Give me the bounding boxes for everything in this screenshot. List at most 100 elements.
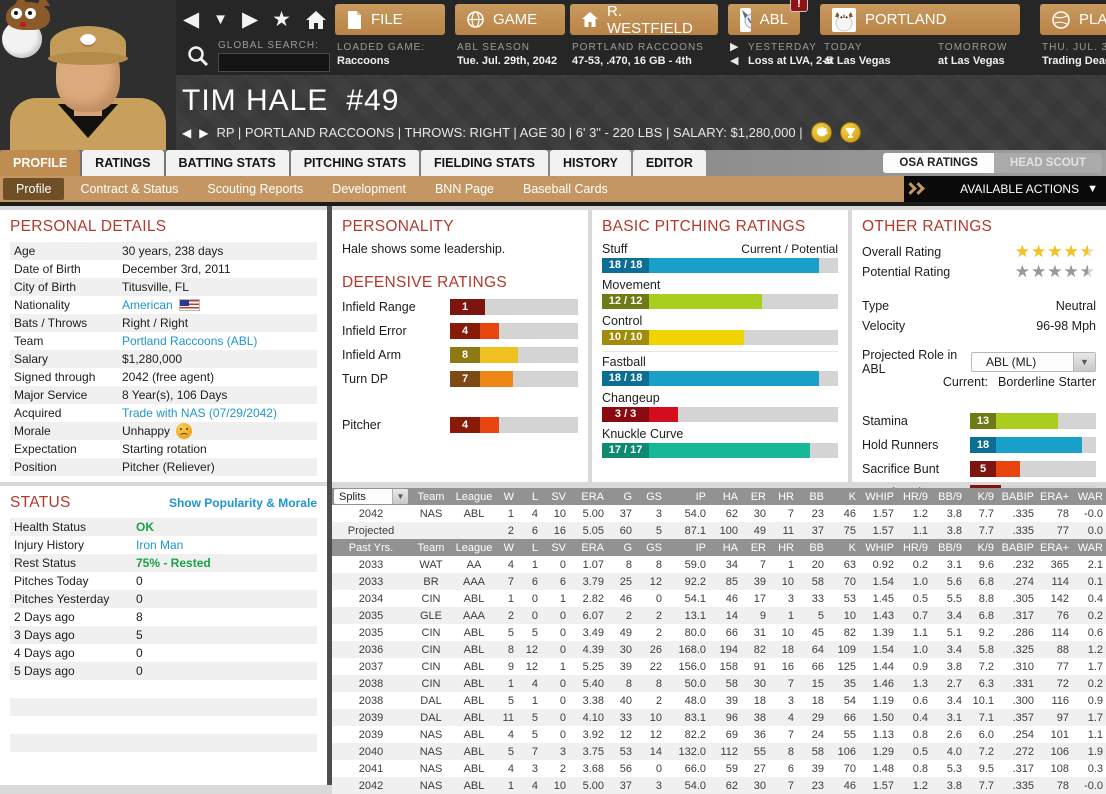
game-button[interactable]: GAME <box>455 4 565 35</box>
column-header[interactable]: W <box>496 488 520 505</box>
file-button[interactable]: FILE <box>335 4 445 35</box>
column-header[interactable]: BB/9 <box>934 539 968 556</box>
column-header[interactable]: K/9 <box>968 488 1000 505</box>
table-row[interactable]: 2038 DAL ABL 5 1 0 3.38 40 2 48.0 39 18 3 18 54 1.19 0.6… <box>332 692 1106 709</box>
column-header[interactable]: HA <box>712 488 744 505</box>
table-row[interactable]: 2041 NAS ABL 4 3 2 3.68 56 0 66.0 59 27 6 39 70 1.48 0.8… <box>332 760 1106 777</box>
column-header[interactable]: League <box>452 488 496 505</box>
column-header[interactable]: K <box>830 488 862 505</box>
table-row[interactable]: 2036 CIN ABL 8 12 0 4.39 30 26 168.0 194 82 18 64 109 1… <box>332 641 1106 658</box>
column-header[interactable]: ER <box>744 488 772 505</box>
subtab-contract-status[interactable]: Contract & Status <box>67 178 191 200</box>
column-header[interactable]: ERA <box>572 488 610 505</box>
column-header[interactable]: ERA+ <box>1040 488 1075 505</box>
subtab-baseball-cards[interactable]: Baseball Cards <box>510 178 621 200</box>
column-header[interactable]: G <box>610 488 638 505</box>
column-header[interactable]: SV <box>544 539 572 556</box>
global-search-input[interactable] <box>218 53 330 72</box>
column-header[interactable]: GS <box>638 539 668 556</box>
table-row[interactable]: 2042 NAS ABL 1 4 10 5.00 37 3 54.0 62 30 7 23 46 1.57 1.… <box>332 777 1106 794</box>
table-row[interactable]: 2037 CIN ABL 9 12 1 5.25 39 22 156.0 158 91 16 66 125 1… <box>332 658 1106 675</box>
column-header[interactable]: HA <box>712 539 744 556</box>
subtab-scouting-reports[interactable]: Scouting Reports <box>194 178 316 200</box>
table-row[interactable]: 2042 NAS ABL 1 4 10 5.00 37 3 54.0 62 30 7 23 46 1.57 1.… <box>332 505 1106 522</box>
column-header[interactable]: WHIP <box>862 539 900 556</box>
column-header[interactable]: WAR <box>1075 539 1106 556</box>
tab-batting-stats[interactable]: BATTING STATS <box>165 150 289 176</box>
detail-link[interactable]: Trade with NAS (07/29/2042) <box>122 406 277 420</box>
column-header[interactable]: W <box>496 539 520 556</box>
detail-link[interactable]: Iron Man <box>136 538 183 552</box>
prev-player-icon[interactable]: ◀ <box>182 126 191 140</box>
column-header[interactable]: IP <box>668 488 712 505</box>
osa-ratings-button[interactable]: OSA RATINGS <box>883 153 994 173</box>
tab-pitching-stats[interactable]: PITCHING STATS <box>290 150 420 176</box>
tab-ratings[interactable]: RATINGS <box>82 150 164 176</box>
column-header[interactable]: HR/9 <box>900 539 934 556</box>
table-row[interactable]: Projected 2 6 16 5.05 60 5 87.1 100 49 11 37 75 1.57 1… <box>332 522 1106 539</box>
show-popularity-link[interactable]: Show Popularity & Morale <box>169 496 317 510</box>
column-header[interactable]: Team <box>410 539 452 556</box>
tab-history[interactable]: HISTORY <box>549 150 631 176</box>
table-row[interactable]: 2035 GLE AAA 2 0 0 6.07 2 2 13.1 14 9 1 5 10 1.43 0.7 3.4… <box>332 607 1106 624</box>
yesterday-next-icon[interactable]: ▶ <box>730 42 738 53</box>
column-header[interactable]: BB/9 <box>934 488 968 505</box>
column-header[interactable]: HR/9 <box>900 488 934 505</box>
available-actions-button[interactable]: AVAILABLE ACTIONS ▼ <box>904 176 1106 202</box>
table-row[interactable]: 2034 CIN ABL 1 0 1 2.82 46 0 54.1 46 17 3 33 53 1.45 0.5… <box>332 590 1106 607</box>
subtab-bnn-page[interactable]: BNN Page <box>422 178 507 200</box>
column-header[interactable]: ERA+ <box>1040 539 1075 556</box>
table-row[interactable]: 2033 BR AAA 7 6 6 3.79 25 12 92.2 85 39 10 58 70 1.54 1.… <box>332 573 1106 590</box>
column-header[interactable]: IP <box>668 539 712 556</box>
column-header[interactable]: BABIP <box>1000 488 1040 505</box>
column-header[interactable]: K <box>830 539 862 556</box>
glove-icon[interactable] <box>810 122 832 143</box>
detail-link[interactable]: American <box>122 298 173 312</box>
column-header[interactable]: WHIP <box>862 488 900 505</box>
table-row[interactable]: 2039 DAL ABL 11 5 0 4.10 33 10 83.1 96 38 4 29 66 1.50 0… <box>332 709 1106 726</box>
column-header[interactable]: G <box>610 539 638 556</box>
column-header[interactable]: GS <box>638 488 668 505</box>
column-header[interactable]: Team <box>410 488 452 505</box>
back-arrow-icon[interactable]: ◀ <box>183 6 199 34</box>
column-header[interactable]: League <box>452 539 496 556</box>
table-row[interactable]: 2040 NAS ABL 5 7 3 3.75 53 14 132.0 112 55 8 58 106 1.2… <box>332 743 1106 760</box>
yesterday-prev-icon[interactable]: ◀ <box>730 56 738 67</box>
column-header[interactable]: ERA <box>572 539 610 556</box>
detail-link[interactable]: Portland Raccoons (ABL) <box>122 334 257 348</box>
splits-dropdown[interactable]: Splits ▼ <box>334 489 408 504</box>
tab-fielding-stats[interactable]: FIELDING STATS <box>421 150 548 176</box>
manager-button[interactable]: R. WESTFIELD <box>570 3 718 37</box>
column-header[interactable]: BB <box>800 539 830 556</box>
bookmark-star-icon[interactable]: ★ <box>272 6 291 34</box>
subtab-development[interactable]: Development <box>319 178 419 200</box>
tab-editor[interactable]: EDITOR <box>632 150 706 176</box>
column-header[interactable]: WAR <box>1075 488 1106 505</box>
table-row[interactable]: 2039 NAS ABL 4 5 0 3.92 12 12 82.2 69 36 7 24 55 1.13 0.… <box>332 726 1106 743</box>
subtab-profile[interactable]: Profile <box>3 178 65 200</box>
column-header[interactable]: HR <box>772 539 800 556</box>
head-scout-button[interactable]: HEAD SCOUT <box>993 153 1102 173</box>
projected-role-dropdown[interactable]: ABL (ML) ▼ <box>971 352 1096 372</box>
trophy-icon[interactable] <box>839 122 861 143</box>
next-player-icon[interactable]: ▶ <box>199 126 208 140</box>
league-alert-badge[interactable]: ! <box>790 0 808 12</box>
column-header[interactable]: L <box>520 488 544 505</box>
dropdown-arrow-icon[interactable]: ▼ <box>213 6 228 34</box>
home-icon[interactable] <box>305 9 327 31</box>
forward-arrow-icon[interactable]: ▶ <box>242 6 258 34</box>
column-header[interactable]: L <box>520 539 544 556</box>
tab-profile[interactable]: PROFILE <box>0 150 81 176</box>
column-header[interactable]: ER <box>744 539 772 556</box>
column-header[interactable]: SV <box>544 488 572 505</box>
team-button[interactable]: PORTLAND <box>820 4 1020 35</box>
column-header[interactable]: HR <box>772 488 800 505</box>
league-button[interactable]: ABL ! <box>728 0 808 35</box>
table-row[interactable]: 2035 CIN ABL 5 5 0 3.49 49 2 80.0 66 31 10 45 82 1.39 1.… <box>332 624 1106 641</box>
column-header[interactable]: BABIP <box>1000 539 1040 556</box>
column-header[interactable]: BB <box>800 488 830 505</box>
table-row[interactable]: 2038 CIN ABL 1 4 0 5.40 8 8 50.0 58 30 7 15 35 1.46 1.3 2… <box>332 675 1106 692</box>
table-row[interactable]: 2033 WAT AA 4 1 0 1.07 8 8 59.0 34 7 1 20 63 0.92 0.2 3.1… <box>332 556 1106 573</box>
column-header[interactable]: K/9 <box>968 539 1000 556</box>
play-button[interactable]: PLAY <box>1040 4 1106 35</box>
